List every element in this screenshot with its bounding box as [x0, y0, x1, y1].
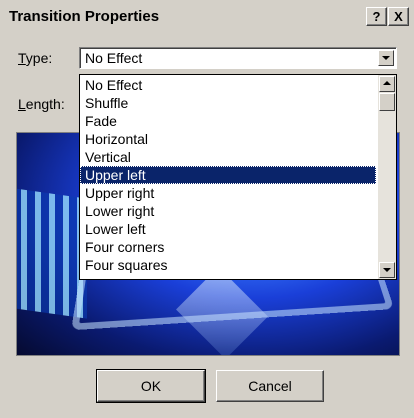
close-icon: X [394, 9, 403, 24]
type-option[interactable]: Horizontal [80, 130, 376, 148]
help-button[interactable]: ? [366, 7, 387, 26]
scroll-down-icon [383, 268, 391, 272]
type-label: Type: [18, 50, 52, 66]
type-option[interactable]: Four squares [80, 256, 376, 274]
dialog-title: Transition Properties [9, 8, 160, 25]
length-label-accel: L [18, 96, 26, 112]
type-select-dropdown-button[interactable] [378, 50, 394, 66]
close-button[interactable]: X [388, 7, 409, 26]
list-scrollbar[interactable] [378, 75, 396, 279]
type-option[interactable]: No Effect [80, 76, 376, 94]
scroll-up-button[interactable] [379, 76, 395, 92]
type-option[interactable]: Lower left [80, 220, 376, 238]
chevron-down-icon [382, 56, 390, 60]
cancel-button[interactable]: Cancel [216, 370, 324, 402]
type-dropdown-list[interactable]: No Effect Shuffle Fade Horizontal Vertic… [79, 74, 397, 280]
type-option[interactable]: Fade [80, 112, 376, 130]
transition-properties-dialog: Transition Properties ? X Type: Length: … [0, 0, 414, 418]
title-bar: Transition Properties ? X [0, 0, 414, 34]
type-option[interactable]: Lower right [80, 202, 376, 220]
scroll-down-button[interactable] [379, 262, 395, 278]
type-option[interactable]: Shuffle [80, 94, 376, 112]
ok-button[interactable]: OK [96, 369, 206, 403]
type-label-text: ype: [25, 50, 53, 66]
type-label-accel: T [18, 50, 26, 66]
type-select-value: No Effect [85, 50, 143, 66]
type-option-selected[interactable]: Upper left [80, 166, 376, 184]
type-option[interactable]: Upper right [80, 184, 376, 202]
scrollbar-thumb[interactable] [379, 93, 395, 111]
length-label: Length: [18, 96, 65, 112]
scroll-up-icon [383, 81, 391, 85]
type-option[interactable]: Vertical [80, 148, 376, 166]
type-select[interactable]: No Effect [79, 47, 397, 69]
length-label-text: ength: [25, 96, 65, 112]
help-icon: ? [372, 9, 381, 24]
type-option[interactable]: Four corners [80, 238, 376, 256]
